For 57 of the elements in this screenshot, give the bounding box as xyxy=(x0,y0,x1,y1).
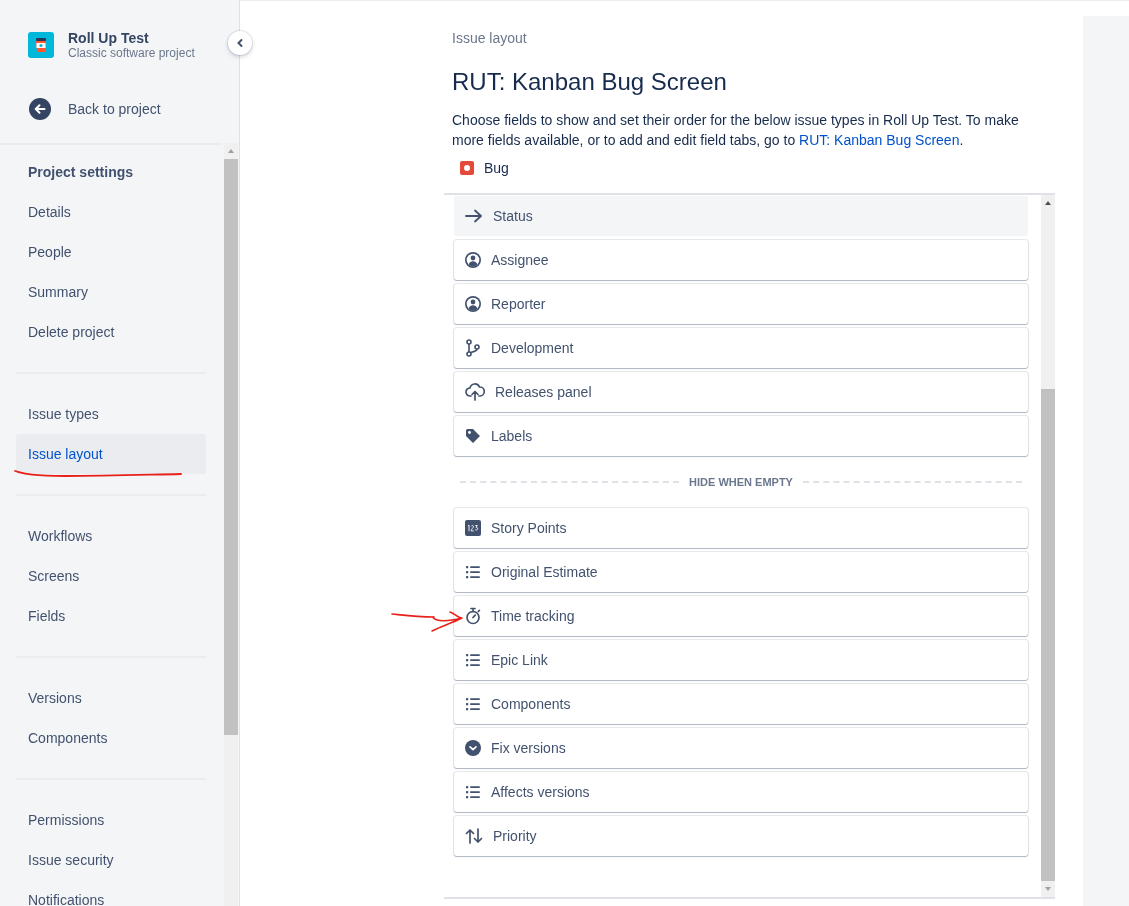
cloud-upload-icon xyxy=(465,383,485,401)
sidebar-item[interactable]: Fields xyxy=(16,596,206,636)
bug-type-icon xyxy=(460,161,474,175)
sidebar-item[interactable]: Screens xyxy=(16,556,206,596)
sidebar-item[interactable]: Issue layout xyxy=(16,434,206,474)
field-item[interactable]: Story Points xyxy=(454,508,1028,548)
scrollbar[interactable] xyxy=(224,143,238,906)
sidebar-item[interactable]: Summary xyxy=(16,272,206,312)
field-item[interactable]: Time tracking xyxy=(454,596,1028,636)
sidebar-item[interactable]: People xyxy=(16,232,206,272)
chevron-down-circle-icon xyxy=(465,740,481,756)
section-divider-label: HIDE WHEN EMPTY xyxy=(689,476,793,488)
tag-icon xyxy=(465,428,481,444)
list-icon xyxy=(465,785,481,799)
field-item[interactable]: Priority xyxy=(454,816,1028,856)
sidebar-item[interactable]: Permissions xyxy=(16,800,206,840)
number-icon xyxy=(465,520,481,536)
project-logo-icon xyxy=(28,32,54,58)
sidebar-item[interactable]: Issue security xyxy=(16,840,206,880)
field-item[interactable]: Reporter xyxy=(454,284,1028,324)
field-item[interactable]: Epic Link xyxy=(454,640,1028,680)
project-name: Roll Up Test xyxy=(68,30,150,46)
branch-icon xyxy=(465,339,481,357)
field-item[interactable]: Releases panel xyxy=(454,372,1028,412)
sidebar-item[interactable]: Delete project xyxy=(16,312,206,352)
arrow-right-icon xyxy=(465,208,483,224)
field-item[interactable]: Status xyxy=(454,196,1028,236)
field-item[interactable]: Assignee xyxy=(454,240,1028,280)
scrollbar[interactable] xyxy=(1041,195,1055,897)
chevron-left-icon xyxy=(235,38,245,48)
sidebar-item[interactable]: Versions xyxy=(16,678,206,718)
sort-arrows-icon xyxy=(465,828,483,844)
field-item[interactable]: Fix versions xyxy=(454,728,1028,768)
sidebar-item[interactable]: Issue types xyxy=(16,394,206,434)
issue-type-label: Bug xyxy=(484,159,509,178)
stopwatch-icon xyxy=(465,607,481,625)
back-link[interactable]: Back to project xyxy=(29,98,161,120)
field-item[interactable]: Affects versions xyxy=(454,772,1028,812)
sidebar-heading: Project settings xyxy=(27,163,135,182)
project-type: Classic software project xyxy=(68,46,195,60)
person-icon xyxy=(465,296,481,312)
sidebar-item[interactable]: Components xyxy=(16,718,206,758)
list-icon xyxy=(465,565,481,579)
field-item[interactable]: Original Estimate xyxy=(454,552,1028,592)
collapse-sidebar-button[interactable] xyxy=(228,31,252,55)
page-title: RUT: Kanban Bug Screen xyxy=(452,67,728,97)
person-icon xyxy=(465,252,481,268)
breadcrumb: Issue layout xyxy=(452,29,528,48)
field-item[interactable]: Development xyxy=(454,328,1028,368)
list-icon xyxy=(465,697,481,711)
field-item[interactable]: Components xyxy=(454,684,1028,724)
field-item[interactable]: Labels xyxy=(454,416,1028,456)
sidebar-item[interactable]: Workflows xyxy=(16,516,206,556)
list-icon xyxy=(465,653,481,667)
sidebar-item[interactable]: Notifications xyxy=(16,880,206,906)
description-text: Choose fields to show and set their order for the below issue types in Roll Up Test. To make more fields available, or to add and edit field tabs, go to RUT: Kanban Bug Screen. xyxy=(452,111,1020,150)
sidebar-item[interactable]: Details xyxy=(16,192,206,232)
